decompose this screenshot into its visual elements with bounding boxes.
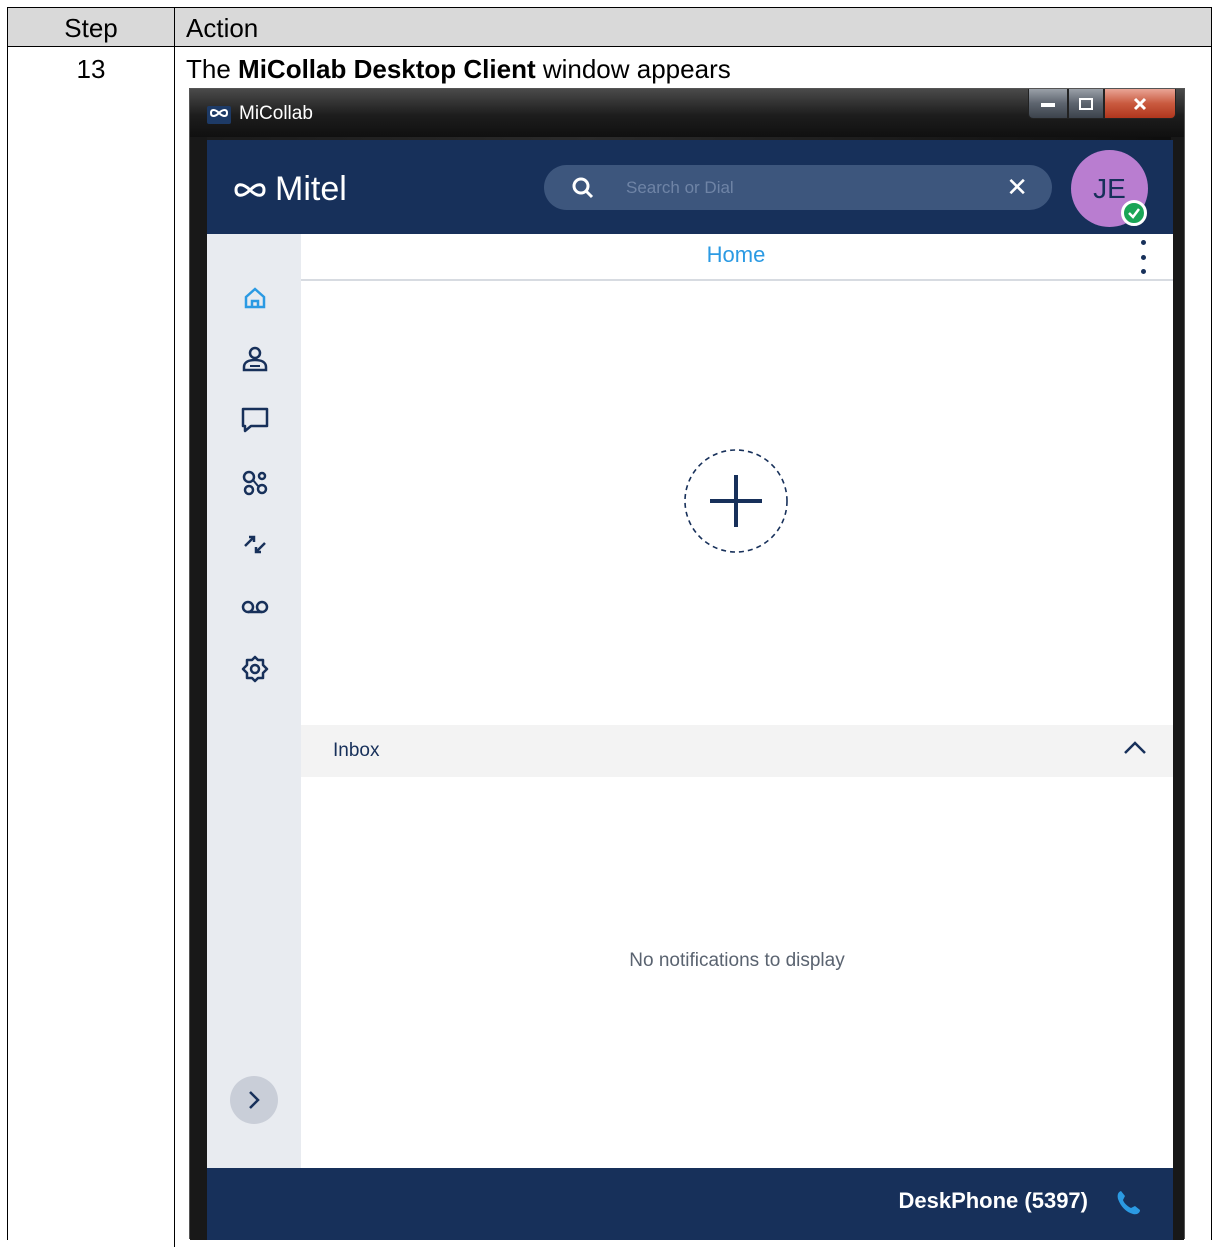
- collaboration-icon: [242, 470, 268, 496]
- column-divider: [174, 47, 175, 1247]
- home-icon: [244, 287, 266, 309]
- search-bar[interactable]: ✕: [544, 165, 1052, 210]
- micollab-window: MiCollab Mitel Search or Dial ✕ JE Home …: [189, 88, 1185, 1240]
- inbox-label: Inbox: [333, 740, 380, 761]
- window-title: MiCollab: [239, 103, 313, 124]
- sidebar-item-chat[interactable]: [239, 404, 271, 436]
- minimize-icon: [1041, 102, 1055, 107]
- divider: [301, 279, 1173, 281]
- app-header: Mitel ✕ JE: [207, 140, 1173, 234]
- page-title: Home: [706, 242, 766, 267]
- phone-icon[interactable]: [1113, 1188, 1143, 1218]
- mitel-mark-icon: [234, 182, 266, 197]
- presence-status-icon: [1121, 200, 1147, 226]
- status-bar: DeskPhone (5397): [207, 1168, 1173, 1240]
- main-panel: Home Inbox No notifications to display: [301, 234, 1173, 1168]
- close-icon: [1133, 97, 1147, 110]
- app-content: Mitel ✕ JE: [207, 140, 1173, 1240]
- more-options-icon[interactable]: [1139, 240, 1147, 274]
- header-step: Step: [8, 8, 175, 46]
- add-icon: [684, 449, 788, 553]
- expand-sidebar-button[interactable]: [230, 1076, 278, 1124]
- clear-search-icon[interactable]: ✕: [1006, 174, 1028, 200]
- search-input[interactable]: [624, 175, 978, 201]
- sidebar-nav: [207, 234, 301, 1168]
- step-description: The MiCollab Desktop Client window appea…: [186, 54, 731, 85]
- contacts-icon: [242, 346, 268, 372]
- micollab-logo-icon: [207, 106, 231, 124]
- brand-name: Mitel: [275, 170, 347, 208]
- close-button[interactable]: [1104, 89, 1176, 119]
- header-action: Action: [186, 13, 259, 43]
- chevron-right-icon: [249, 1091, 260, 1109]
- search-icon: [572, 177, 594, 199]
- chat-icon: [241, 407, 269, 433]
- step-text-suffix: window appears: [535, 54, 731, 84]
- window-controls: [1028, 89, 1176, 121]
- gear-icon: [241, 655, 269, 683]
- step-number: 13: [76, 54, 106, 84]
- step-text-bold: MiCollab Desktop Client: [238, 54, 536, 84]
- chevron-up-icon[interactable]: [1123, 739, 1147, 755]
- add-widget-button[interactable]: [683, 448, 789, 554]
- title-bar[interactable]: MiCollab: [190, 89, 1184, 137]
- device-selector[interactable]: DeskPhone (5397): [898, 1188, 1088, 1214]
- mitel-logo: Mitel: [233, 170, 347, 209]
- sidebar-item-settings[interactable]: [239, 653, 271, 685]
- window-frame-left: [190, 137, 207, 1240]
- step-text-prefix: The: [186, 54, 239, 84]
- call-history-icon: [244, 535, 266, 554]
- minimize-button[interactable]: [1028, 89, 1068, 119]
- inbox-empty-message: No notifications to display: [629, 950, 845, 971]
- voicemail-icon: [241, 600, 269, 614]
- inbox-header[interactable]: Inbox: [301, 725, 1173, 777]
- sidebar-item-home[interactable]: [239, 282, 271, 314]
- sidebar-item-call-history[interactable]: [239, 529, 271, 561]
- sidebar-item-contacts[interactable]: [239, 343, 271, 375]
- maximize-icon: [1079, 97, 1093, 110]
- sidebar-item-collaboration[interactable]: [239, 467, 271, 499]
- sidebar-item-voicemail[interactable]: [239, 591, 271, 623]
- maximize-button[interactable]: [1068, 89, 1104, 119]
- table-header-row: Step Action: [8, 8, 1211, 47]
